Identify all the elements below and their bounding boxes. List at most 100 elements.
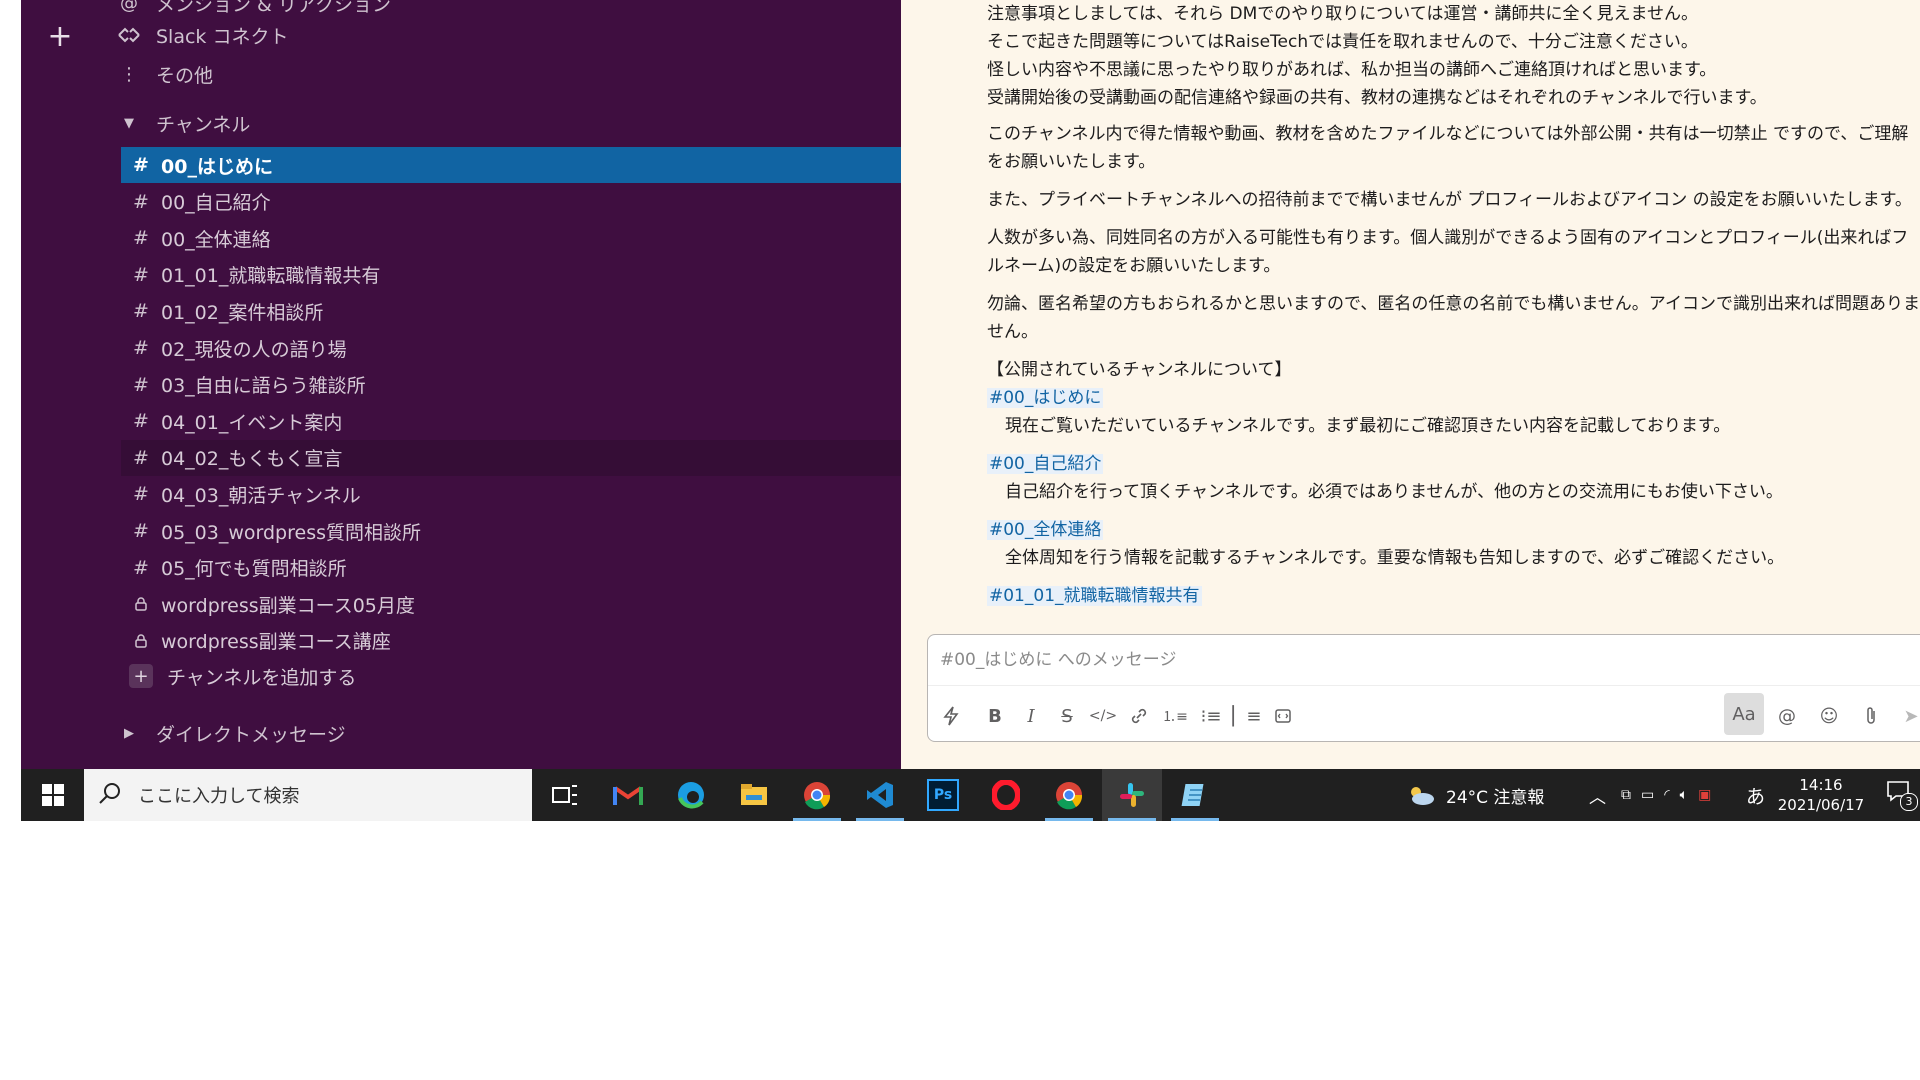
hash-icon: # [133,446,149,469]
taskbar-clock[interactable]: 14:16 2021/06/17 [1771,775,1871,815]
task-view-icon[interactable] [535,769,595,821]
slack-icon[interactable] [1102,769,1162,821]
vscode-icon[interactable] [850,769,910,821]
hash-icon: # [133,227,149,250]
chevron-up-icon: ︿ [1589,787,1606,808]
active-indicator [1108,818,1156,821]
message-composer: B I S </> ⒈≡ ⁝≡ ▏≡ Aa @ ☺ ➤ [927,634,1920,742]
taskbar-search-box[interactable]: ここに入力して検索 [84,769,532,821]
battery-icon[interactable]: ▭ [1641,787,1654,803]
slack-window: + @ メンション & リアクション Slack コネクト ⋮ その他 ▼ チャ… [21,0,1920,769]
add-workspace-button[interactable]: + [45,22,75,52]
blockquote-icon[interactable]: ▏≡ [1232,701,1262,731]
hash-icon: # [133,300,149,323]
notification-center-button[interactable]: 3 [1886,779,1918,811]
channel-description: 自己紹介を行って頂くチャンネルです。必須ではありませんが、他の方との交流用にもお… [1005,482,1783,502]
bulleted-list-icon[interactable]: ⁝≡ [1196,701,1226,731]
add-channel-button[interactable]: + チャンネルを追加する [121,658,901,694]
cloud-sun-icon [1411,787,1434,805]
channel-link[interactable]: #00_自己紹介 [987,454,1104,474]
channel-name: wordpress副業コース05月度 [161,594,415,617]
gift-icon[interactable]: ▣ [1698,787,1711,803]
at-icon: @ [120,0,138,14]
section-label: ダイレクトメッセージ [156,723,346,746]
code-block-icon[interactable] [1268,701,1298,731]
hash-icon: # [133,154,149,176]
weather-text: 24°C 注意報 [1446,787,1545,808]
sidebar-channel-item[interactable]: #05_何でも質問相談所 [121,550,901,586]
sidebar-channel-item[interactable]: #03_自由に語らう雑談所 [121,367,901,403]
mention-icon[interactable]: @ [1772,701,1802,731]
shortcuts-icon[interactable] [936,701,966,731]
message-paragraph: また、プライベートチャンネルへの招待前までで構いませんが プロフィールおよびアイ… [987,190,1912,210]
sidebar-channel-item[interactable]: #01_01_就職転職情報共有 [121,257,901,293]
channel-name: 05_何でも質問相談所 [161,558,347,581]
code-icon[interactable]: </> [1088,701,1118,731]
message-input[interactable] [938,643,1920,677]
weather-widget[interactable]: 24°C 注意報 [1406,769,1544,821]
clock-date: 2021/06/17 [1777,796,1865,814]
hash-icon: # [133,556,149,579]
volume-icon[interactable]: 🔈︎ [1680,787,1688,803]
clock-time: 14:16 [1799,776,1843,794]
meet-icon[interactable]: ⧉ [1621,787,1631,803]
photoshop-label: Ps [927,779,959,811]
strikethrough-icon[interactable]: S [1052,701,1082,731]
channel-name: 04_03_朝活チャンネル [161,484,361,507]
channel-link[interactable]: #01_01_就職転職情報共有 [987,586,1202,606]
sidebar-channel-item[interactable]: #01_02_案件相談所 [121,293,901,329]
edge-icon[interactable] [661,769,721,821]
hash-icon: # [133,263,149,286]
sidebar-channel-item[interactable]: #00_全体連絡 [121,220,901,256]
channel-link[interactable]: #00_全体連絡 [987,520,1104,540]
sidebar-channel-item[interactable]: #04_03_朝活チャンネル [121,476,901,512]
ordered-list-icon[interactable]: ⒈≡ [1160,701,1190,731]
channel-name: 04_02_もくもく宣言 [161,448,343,471]
bold-icon[interactable]: B [980,701,1010,731]
chrome-icon[interactable] [787,769,847,821]
sidebar-item-mentions[interactable]: @ メンション & リアクション [99,0,901,20]
ime-indicator[interactable]: あ [1746,769,1765,821]
sidebar-channel-item[interactable]: #05_03_wordpress質問相談所 [121,513,901,549]
caret-right-icon: ▶ [124,725,134,741]
sidebar-channel-item[interactable]: #00_はじめに [121,147,901,183]
channel-name: 03_自由に語らう雑談所 [161,375,366,398]
sidebar-channel-item[interactable]: #00_自己紹介 [121,184,901,220]
channel-name: wordpress副業コース講座 [161,631,391,654]
link-icon[interactable] [1124,701,1154,731]
notepad-icon[interactable] [1165,769,1225,821]
channels-section-header[interactable]: ▼ チャンネル [99,106,901,140]
start-button[interactable] [21,769,84,821]
active-indicator [1171,818,1219,821]
italic-icon[interactable]: I [1016,701,1046,731]
sidebar-channel-item[interactable]: #02_現役の人の語り場 [121,330,901,366]
formatting-toggle-button[interactable]: Aa [1724,693,1764,735]
connect-icon [114,27,144,43]
sidebar-item-more[interactable]: ⋮ その他 [99,57,901,91]
file-explorer-icon[interactable] [724,769,784,821]
photoshop-icon[interactable]: Ps [913,769,973,821]
attachment-icon[interactable] [1856,701,1886,731]
dm-section-header[interactable]: ▶ ダイレクトメッセージ [99,716,901,750]
hash-icon: # [133,483,149,506]
sidebar-channel-item[interactable]: wordpress副業コース05月度 [121,586,901,622]
sidebar-item-slack-connect[interactable]: Slack コネクト [99,18,901,52]
message-paragraph: このチャンネル内で得た情報や動画、教材を含めたファイルなどについては外部公開・共… [987,124,1909,172]
chrome-icon[interactable] [1039,769,1099,821]
emoji-icon[interactable]: ☺ [1814,701,1844,731]
hash-icon: # [133,190,149,213]
send-icon[interactable]: ➤ [1896,701,1920,731]
channel-list-heading: 【公開されているチャンネルについて】 [987,360,1292,380]
sidebar-channel-item[interactable]: #04_01_イベント案内 [121,403,901,439]
channel-link[interactable]: #00_はじめに [987,388,1104,408]
channel-description-item: #00_全体連絡 全体周知を行う情報を記載するチャンネルです。重要な情報も告知しま… [987,516,1920,572]
gmail-icon[interactable] [598,769,658,821]
notification-count-badge: 3 [1900,793,1918,811]
sidebar-channel-item[interactable]: wordpress副業コース講座 [121,623,901,659]
hash-icon: # [133,410,149,433]
channel-name: 04_01_イベント案内 [161,411,343,434]
show-hidden-icons-button[interactable]: ︿ [1589,769,1606,821]
opera-icon[interactable] [976,769,1036,821]
sidebar-channel-item[interactable]: #04_02_もくもく宣言 [121,439,901,476]
wifi-icon[interactable]: ◜ [1664,787,1669,803]
